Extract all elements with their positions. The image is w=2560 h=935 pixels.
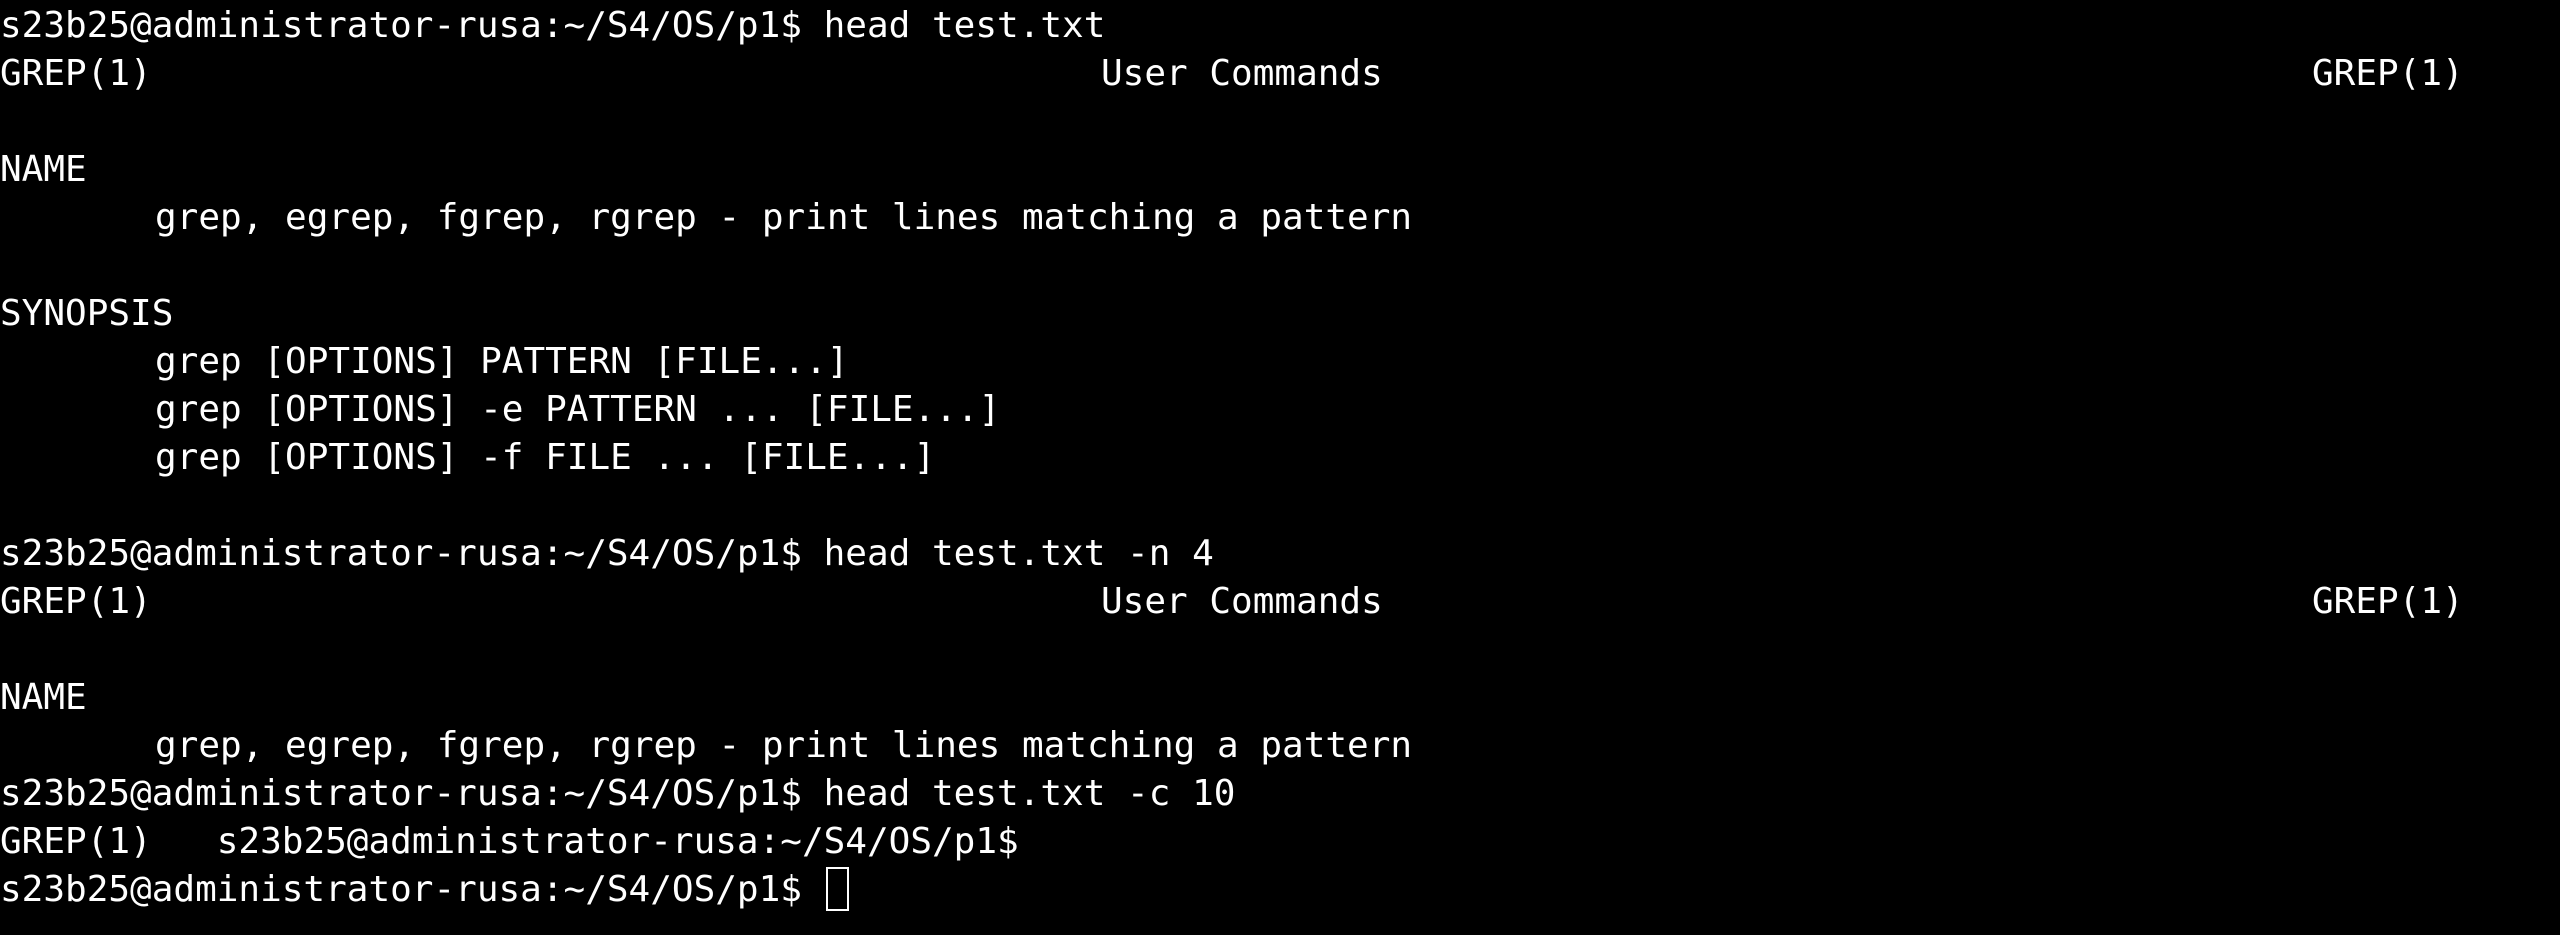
name-description-line: grep, egrep, fgrep, rgrep - print lines …	[0, 194, 2560, 242]
shell-prompt: s23b25@administrator-rusa:~/S4/OS/p1$	[0, 533, 824, 574]
shell-prompt: s23b25@administrator-rusa:~/S4/OS/p1$	[0, 773, 824, 814]
prompt-line: s23b25@administrator-rusa:~/S4/OS/p1$ he…	[0, 770, 2560, 818]
prompt-line: s23b25@administrator-rusa:~/S4/OS/p1$ he…	[0, 2, 2560, 50]
synopsis-text: grep [OPTIONS] -f FILE ... [FILE...]	[155, 437, 936, 478]
manpage-header-left: GREP(1)	[0, 53, 152, 94]
section-heading-name: NAME	[0, 677, 87, 718]
command-text: head test.txt -n 4	[823, 533, 1214, 574]
section-heading-synopsis: SYNOPSIS	[0, 293, 174, 334]
text-cursor	[825, 867, 849, 911]
manpage-header-right: GREP(1)	[2312, 53, 2464, 94]
c10-output: GREP(1)	[0, 821, 217, 862]
manpage-header-right: GREP(1)	[2312, 581, 2464, 622]
terminal-window[interactable]: s23b25@administrator-rusa:~/S4/OS/p1$ he…	[0, 0, 2560, 935]
c10-output-line: GREP(1) s23b25@administrator-rusa:~/S4/O…	[0, 818, 2560, 866]
synopsis-text: grep [OPTIONS] PATTERN [FILE...]	[155, 341, 849, 382]
synopsis-line: grep [OPTIONS] -e PATTERN ... [FILE...]	[0, 386, 2560, 434]
manpage-header-line: GREP(1) User Commands GREP(1)	[0, 578, 2560, 626]
manpage-header-center: User Commands	[1101, 53, 1383, 94]
shell-prompt: s23b25@administrator-rusa:~/S4/OS/p1$	[0, 5, 824, 46]
shell-prompt: s23b25@administrator-rusa:~/S4/OS/p1$	[0, 869, 824, 910]
current-prompt-line[interactable]: s23b25@administrator-rusa:~/S4/OS/p1$	[0, 866, 2560, 914]
command-text: head test.txt -c 10	[823, 773, 1236, 814]
synopsis-line: grep [OPTIONS] PATTERN [FILE...]	[0, 338, 2560, 386]
manpage-header-line: GREP(1) User Commands GREP(1)	[0, 50, 2560, 98]
manpage-header-left: GREP(1)	[0, 581, 152, 622]
section-heading-name: NAME	[0, 149, 87, 190]
command-text: head test.txt	[823, 5, 1106, 46]
name-description: grep, egrep, fgrep, rgrep - print lines …	[155, 197, 1413, 238]
prompt-line: s23b25@administrator-rusa:~/S4/OS/p1$ he…	[0, 530, 2560, 578]
synopsis-line: grep [OPTIONS] -f FILE ... [FILE...]	[0, 434, 2560, 482]
shell-prompt: s23b25@administrator-rusa:~/S4/OS/p1$	[216, 821, 1019, 862]
synopsis-text: grep [OPTIONS] -e PATTERN ... [FILE...]	[155, 389, 1001, 430]
name-description: grep, egrep, fgrep, rgrep - print lines …	[155, 725, 1413, 766]
name-description-line: grep, egrep, fgrep, rgrep - print lines …	[0, 722, 2560, 770]
manpage-header-center: User Commands	[1101, 581, 1383, 622]
